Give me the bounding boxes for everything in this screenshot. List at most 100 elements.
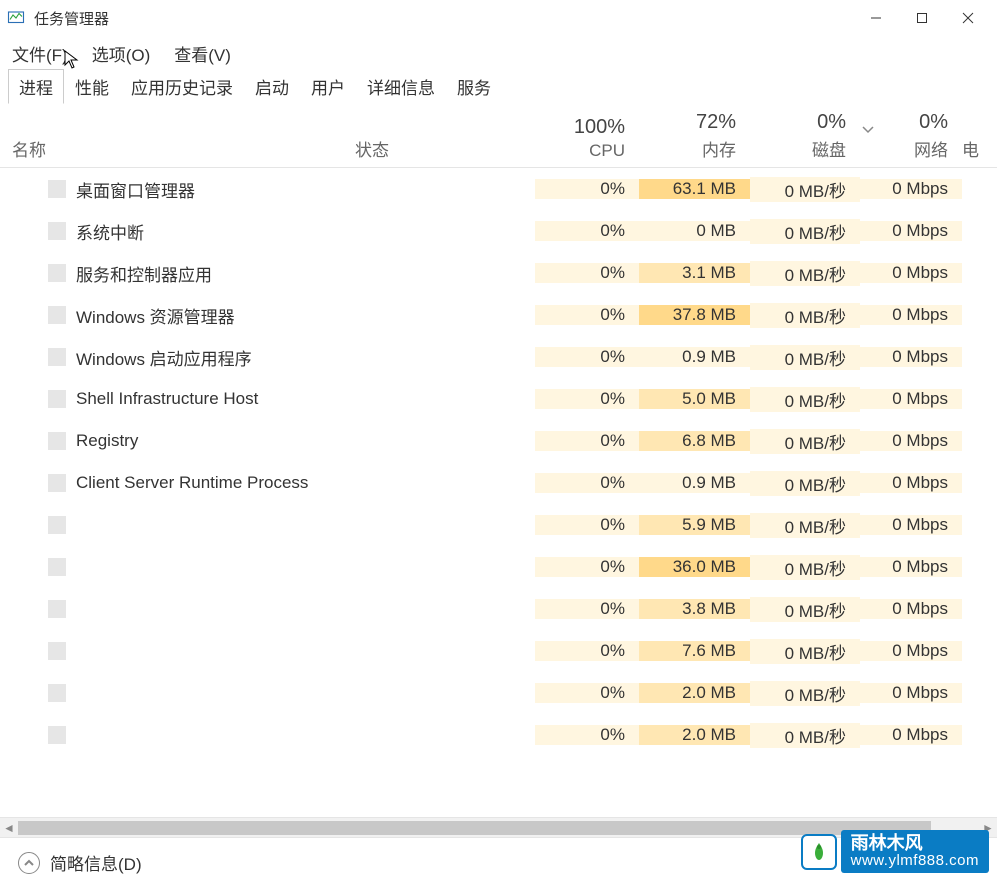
process-icon xyxy=(48,432,66,450)
process-name: Registry xyxy=(76,431,138,451)
process-icon xyxy=(48,726,66,744)
cell-network: 0 Mbps xyxy=(860,347,962,367)
cell-memory: 3.8 MB xyxy=(639,599,750,619)
cell-name xyxy=(0,600,355,618)
cell-name: Windows 启动应用程序 xyxy=(0,345,355,370)
cell-network: 0 Mbps xyxy=(860,599,962,619)
process-name: Shell Infrastructure Host xyxy=(76,389,258,409)
process-icon xyxy=(48,600,66,618)
cell-disk: 0 MB/秒 xyxy=(750,261,860,286)
close-button[interactable] xyxy=(945,0,991,36)
table-row[interactable]: 0%7.6 MB0 MB/秒0 Mbps xyxy=(0,630,997,672)
table-row[interactable]: Windows 资源管理器0%37.8 MB0 MB/秒0 Mbps xyxy=(0,294,997,336)
cell-memory: 5.0 MB xyxy=(639,389,750,409)
process-name: 桌面窗口管理器 xyxy=(76,177,195,202)
less-details-button[interactable]: 简略信息(D) xyxy=(50,850,142,875)
cell-name: Registry xyxy=(0,431,355,451)
table-row[interactable]: Client Server Runtime Process0%0.9 MB0 M… xyxy=(0,462,997,504)
cell-cpu: 0% xyxy=(535,305,639,325)
cell-disk: 0 MB/秒 xyxy=(750,555,860,580)
cell-network: 0 Mbps xyxy=(860,725,962,745)
cell-name: 系统中断 xyxy=(0,219,355,244)
scroll-thumb[interactable] xyxy=(18,821,931,835)
column-name[interactable]: 名称 xyxy=(0,136,355,161)
tab-app-history[interactable]: 应用历史记录 xyxy=(120,69,244,104)
cell-memory: 7.6 MB xyxy=(639,641,750,661)
cell-network: 0 Mbps xyxy=(860,683,962,703)
cell-disk: 0 MB/秒 xyxy=(750,681,860,706)
cell-cpu: 0% xyxy=(535,725,639,745)
process-icon xyxy=(48,180,66,198)
column-network[interactable]: 0%网络 xyxy=(860,111,962,161)
process-name: 服务和控制器应用 xyxy=(76,261,212,286)
menu-options[interactable]: 选项(O) xyxy=(80,37,163,70)
tab-services[interactable]: 服务 xyxy=(446,69,502,104)
table-row[interactable]: Shell Infrastructure Host0%5.0 MB0 MB/秒0… xyxy=(0,378,997,420)
tab-processes[interactable]: 进程 xyxy=(8,69,64,104)
process-rows[interactable]: 桌面窗口管理器0%63.1 MB0 MB/秒0 Mbps系统中断0%0 MB0 … xyxy=(0,168,997,817)
column-cpu[interactable]: 100%CPU xyxy=(535,116,639,161)
tab-details[interactable]: 详细信息 xyxy=(356,69,446,104)
cell-cpu: 0% xyxy=(535,599,639,619)
process-name: Windows 资源管理器 xyxy=(76,303,235,328)
menu-view[interactable]: 查看(V) xyxy=(162,37,243,70)
cell-disk: 0 MB/秒 xyxy=(750,345,860,370)
cell-network: 0 Mbps xyxy=(860,557,962,577)
table-row[interactable]: 0%36.0 MB0 MB/秒0 Mbps xyxy=(0,546,997,588)
tab-users[interactable]: 用户 xyxy=(300,69,356,104)
cell-cpu: 0% xyxy=(535,263,639,283)
table-row[interactable]: 0%5.9 MB0 MB/秒0 Mbps xyxy=(0,504,997,546)
cell-cpu: 0% xyxy=(535,347,639,367)
cell-network: 0 Mbps xyxy=(860,179,962,199)
cell-disk: 0 MB/秒 xyxy=(750,219,860,244)
table-row[interactable]: Registry0%6.8 MB0 MB/秒0 Mbps xyxy=(0,420,997,462)
column-disk[interactable]: 0%磁盘 xyxy=(750,111,860,161)
cell-name: 服务和控制器应用 xyxy=(0,261,355,286)
table-row[interactable]: 桌面窗口管理器0%63.1 MB0 MB/秒0 Mbps xyxy=(0,168,997,210)
cell-disk: 0 MB/秒 xyxy=(750,471,860,496)
scroll-left-icon[interactable]: ◄ xyxy=(0,819,18,837)
process-name: Client Server Runtime Process xyxy=(76,473,308,493)
process-icon xyxy=(48,348,66,366)
table-header: 名称 状态 100%CPU 72%内存 0%磁盘 0%网络 电 xyxy=(0,104,997,168)
table-row[interactable]: 0%2.0 MB0 MB/秒0 Mbps xyxy=(0,714,997,756)
cell-name xyxy=(0,558,355,576)
cell-memory: 0.9 MB xyxy=(639,347,750,367)
cell-network: 0 Mbps xyxy=(860,473,962,493)
tab-startup[interactable]: 启动 xyxy=(244,69,300,104)
maximize-button[interactable] xyxy=(899,0,945,36)
table-row[interactable]: Windows 启动应用程序 0%0.9 MB0 MB/秒0 Mbps xyxy=(0,336,997,378)
column-memory[interactable]: 72%内存 xyxy=(639,111,750,161)
process-icon xyxy=(48,306,66,324)
cell-disk: 0 MB/秒 xyxy=(750,177,860,202)
cell-cpu: 0% xyxy=(535,431,639,451)
table-row[interactable]: 系统中断0%0 MB0 MB/秒0 Mbps xyxy=(0,210,997,252)
cell-memory: 6.8 MB xyxy=(639,431,750,451)
table-row[interactable]: 0%2.0 MB0 MB/秒0 Mbps xyxy=(0,672,997,714)
column-extra[interactable]: 电 xyxy=(962,136,980,161)
cell-cpu: 0% xyxy=(535,179,639,199)
cell-cpu: 0% xyxy=(535,515,639,535)
tab-bar: 进程 性能 应用历史记录 启动 用户 详细信息 服务 xyxy=(0,70,997,104)
process-icon xyxy=(48,684,66,702)
window-title: 任务管理器 xyxy=(34,8,853,29)
cell-disk: 0 MB/秒 xyxy=(750,303,860,328)
cell-network: 0 Mbps xyxy=(860,641,962,661)
chevron-up-icon[interactable] xyxy=(18,852,40,874)
process-table: 名称 状态 100%CPU 72%内存 0%磁盘 0%网络 电 桌面窗口管理器 0… xyxy=(0,104,997,817)
cell-disk: 0 MB/秒 xyxy=(750,597,860,622)
watermark-logo-icon xyxy=(801,834,837,870)
table-row[interactable]: 服务和控制器应用0%3.1 MB0 MB/秒0 Mbps xyxy=(0,252,997,294)
process-icon xyxy=(48,642,66,660)
cell-disk: 0 MB/秒 xyxy=(750,639,860,664)
minimize-button[interactable] xyxy=(853,0,899,36)
cursor-icon xyxy=(64,50,80,75)
column-status[interactable]: 状态 xyxy=(355,136,535,161)
cell-memory: 0 MB xyxy=(639,221,750,241)
cell-network: 0 Mbps xyxy=(860,221,962,241)
watermark-text: 雨林木风 www.ylmf888.com xyxy=(841,830,989,873)
titlebar: 任务管理器 xyxy=(0,0,997,36)
window-controls xyxy=(853,0,991,36)
cell-network: 0 Mbps xyxy=(860,263,962,283)
table-row[interactable]: 0%3.8 MB0 MB/秒0 Mbps xyxy=(0,588,997,630)
